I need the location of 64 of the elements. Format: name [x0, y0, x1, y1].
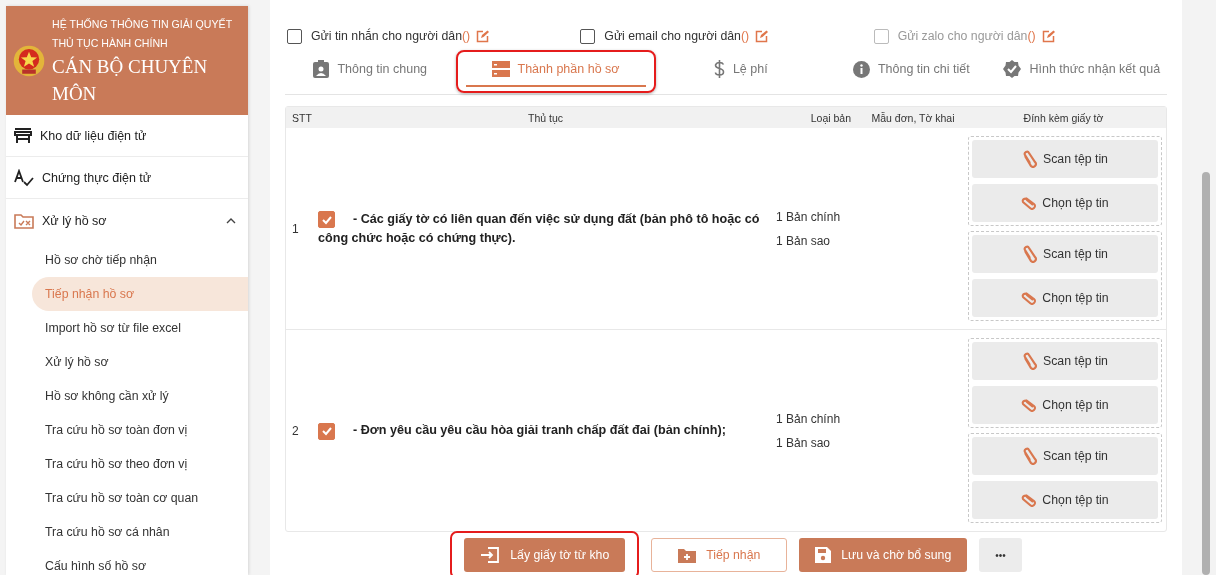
sidebar-subitem[interactable]: Import hồ sơ từ file excel: [32, 311, 248, 345]
sidebar-subitem[interactable]: Cấu hình số hồ sơ: [32, 549, 248, 575]
scan-file-button[interactable]: Scan tệp tin: [972, 235, 1158, 273]
system-title: HỆ THỐNG THÔNG TIN GIẢI QUYẾT THỦ TỤC HÀNH CHÍNH: [52, 16, 233, 51]
id-badge-icon: [313, 60, 330, 78]
more-button[interactable]: •••: [979, 538, 1022, 572]
column-header: Loại bản: [809, 111, 852, 124]
column-header: Thủ tục: [527, 111, 564, 124]
column-header: STT: [291, 111, 313, 124]
checkbox[interactable]: [318, 422, 335, 440]
tab[interactable]: Thông tin chung: [307, 54, 434, 88]
copy-type: 1 Bản sao: [776, 435, 832, 450]
dollar-icon: [713, 60, 725, 78]
choose-file-button[interactable]: Chọn tệp tin: [972, 184, 1158, 222]
copy-type: 1 Bản chính: [776, 209, 842, 224]
choose-file-button[interactable]: Chọn tệp tin: [972, 386, 1158, 424]
edit-icon[interactable]: [476, 29, 490, 43]
checkbox-label: Gửi tin nhắn cho người dân(): [311, 29, 471, 43]
folder-check-icon: [14, 213, 34, 229]
info-icon: [852, 60, 870, 78]
checkmark-icon: [320, 425, 333, 437]
copy-type: 1 Bản chính: [776, 411, 842, 426]
sidebar-subitem[interactable]: Hồ sơ không cần xử lý: [32, 379, 248, 413]
tab[interactable]: Hình thức nhận kết quả: [997, 54, 1167, 88]
emblem-icon: [12, 43, 46, 78]
table-cell: - Đơn yêu cầu yêu cầu hòa giải tranh chấp đất đai (bản chính);: [318, 421, 773, 440]
sidebar-subitem[interactable]: Tra cứu hồ sơ toàn cơ quan: [32, 481, 248, 515]
copy-type: 1 Bản sao: [776, 233, 832, 248]
choose-file-button[interactable]: Chọn tệp tin: [972, 481, 1158, 519]
sidebar-subitem[interactable]: Xử lý hồ sơ: [32, 345, 248, 379]
table-cell-text: - Các giấy tờ có liên quan đến việc sử dụng đất (bản phô tô hoặc có công chức hoặc có chứng thực).: [318, 210, 761, 247]
choose-file-button[interactable]: Chọn tệp tin: [972, 279, 1158, 317]
table-cell-text: 2: [291, 423, 300, 438]
checkbox[interactable]: [287, 28, 302, 44]
scan-file-button[interactable]: Scan tệp tin: [972, 140, 1158, 178]
checkbox-label: Gửi zalo cho người dân(): [897, 29, 1036, 43]
sidebar-item[interactable]: Kho dữ liệu điện tử: [6, 115, 248, 157]
sidebar-subitem[interactable]: Tra cứu hồ sơ theo đơn vị: [32, 447, 248, 481]
signature-icon: [14, 168, 34, 187]
column-header: Mẫu đơn, Tờ khai: [870, 111, 956, 124]
checkbox[interactable]: [318, 211, 335, 228]
sidebar-subitem[interactable]: Tra cứu hồ sơ cá nhân: [32, 515, 248, 549]
checkbox[interactable]: [580, 28, 596, 44]
sidebar-group[interactable]: Xử lý hồ sơ: [6, 199, 248, 243]
tab[interactable]: Thông tin chi tiết: [846, 54, 976, 88]
save-icon: [815, 547, 832, 563]
folder-plus-icon: [678, 547, 697, 563]
scrollbar-thumb[interactable]: [1202, 172, 1210, 575]
sidebar-subitem[interactable]: Hồ sơ chờ tiếp nhận: [32, 243, 248, 277]
role-title: CÁN BỘ CHUYÊN MÔN: [52, 54, 209, 106]
login-icon: [480, 547, 501, 563]
storage-icon: [491, 60, 510, 77]
sidebar-subitem[interactable]: Tra cứu hồ sơ toàn đơn vị: [32, 413, 248, 447]
edit-icon[interactable]: [1041, 29, 1055, 43]
sidebar-item[interactable]: Chứng thực điện tử: [6, 157, 248, 199]
checkbox-label: Gửi email cho người dân(): [604, 29, 750, 43]
scan-file-button[interactable]: Scan tệp tin: [972, 437, 1158, 475]
column-header: Đính kèm giấy tờ: [1022, 111, 1105, 124]
table-cell-text: 1: [291, 221, 300, 236]
tab[interactable]: Lệ phí: [707, 54, 774, 88]
verified-badge-icon: [1003, 60, 1022, 78]
edit-icon[interactable]: [755, 29, 769, 43]
scan-file-button[interactable]: Scan tệp tin: [972, 342, 1158, 380]
store-icon: [14, 127, 32, 144]
